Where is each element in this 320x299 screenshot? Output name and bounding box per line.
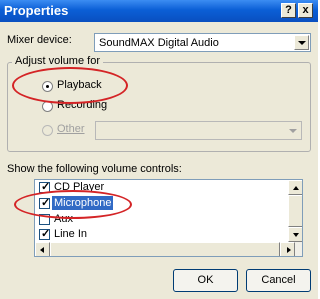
chevron-down-icon [289, 129, 297, 133]
horizontal-scrollbar[interactable] [35, 242, 302, 256]
scroll-left-button[interactable] [35, 242, 50, 256]
scroll-up-button[interactable] [288, 180, 302, 195]
line-in-checkbox[interactable]: ✓ [39, 228, 51, 240]
playback-annotation-ellipse [12, 67, 128, 104]
properties-dialog: Properties ? x Mixer device: SoundMAX Di… [0, 0, 318, 299]
line-in-label: Line In [54, 228, 88, 240]
list-item[interactable]: ✓ Line In [35, 228, 289, 243]
close-button[interactable]: x [298, 3, 313, 18]
scroll-right-button[interactable] [280, 242, 295, 256]
scroll-down-button[interactable] [288, 227, 302, 242]
chevron-down-icon [298, 41, 306, 45]
horizontal-scroll-thumb[interactable] [50, 242, 280, 256]
cancel-button[interactable]: Cancel [246, 269, 311, 292]
checkmark-icon: ✓ [41, 228, 51, 240]
dropdown-button[interactable] [294, 35, 309, 50]
help-button[interactable]: ? [281, 3, 296, 18]
other-dropdown [95, 121, 302, 140]
arrow-left-icon [40, 247, 44, 253]
adjust-volume-legend: Adjust volume for [12, 55, 103, 67]
ok-button[interactable]: OK [173, 269, 238, 292]
other-dropdown-button [285, 123, 300, 138]
window-title: Properties [4, 3, 69, 18]
mixer-device-label: Mixer device: [7, 34, 72, 46]
mixer-device-value: SoundMAX Digital Audio [99, 37, 219, 49]
arrow-down-icon [293, 233, 299, 237]
other-radio [42, 125, 53, 136]
other-label: Other [57, 123, 85, 135]
volume-controls-label: Show the following volume controls: [7, 163, 182, 175]
scroll-thumb[interactable] [288, 195, 302, 227]
mixer-device-dropdown[interactable]: SoundMAX Digital Audio [94, 33, 311, 52]
vertical-scrollbar[interactable] [288, 180, 302, 242]
arrow-right-icon [287, 247, 291, 253]
arrow-up-icon [293, 186, 299, 190]
microphone-annotation-ellipse [14, 190, 132, 219]
